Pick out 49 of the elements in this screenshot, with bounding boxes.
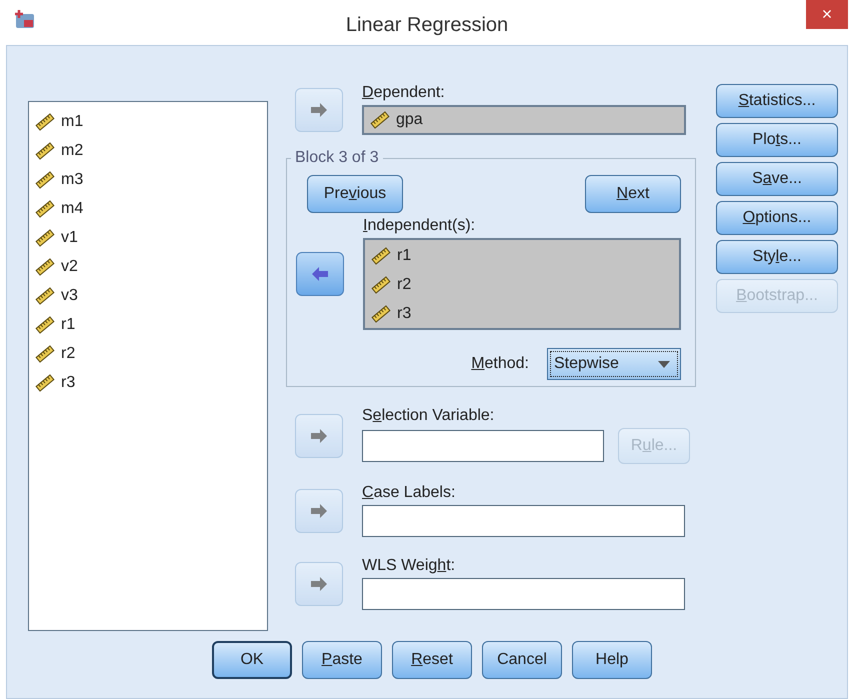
field-label: Case Labels: <box>362 484 456 502</box>
method-label: Method: <box>471 355 529 373</box>
dialog-button[interactable]: Save... <box>716 162 838 196</box>
variable-item[interactable]: v1 <box>35 223 82 252</box>
dialog-button[interactable]: Paste <box>302 641 382 679</box>
dialog-button[interactable]: Style... <box>716 240 838 274</box>
variable-field[interactable] <box>362 430 604 462</box>
next-button[interactable]: Next <box>585 175 681 213</box>
variable-name: r2 <box>397 276 412 294</box>
app-icon <box>14 8 36 30</box>
right-arrow-icon <box>310 102 328 116</box>
variable-name: r3 <box>397 304 412 322</box>
block-title: Block 3 of 3 <box>294 149 380 167</box>
dialog-button[interactable]: Reset <box>392 641 472 679</box>
left-arrow-icon <box>311 266 329 280</box>
variable-item[interactable]: r2 <box>35 339 80 368</box>
variable-item[interactable]: m4 <box>35 194 88 223</box>
right-arrow-icon <box>310 504 328 518</box>
dialog-button[interactable]: OK <box>212 641 292 679</box>
move-button[interactable] <box>296 252 344 296</box>
variable-name: r1 <box>397 246 412 264</box>
dialog-button[interactable]: Options... <box>716 201 838 235</box>
dependent-field[interactable]: gpa <box>362 105 686 135</box>
variable-item[interactable]: v3 <box>35 281 82 310</box>
dialog-button[interactable]: Cancel <box>482 641 562 679</box>
field-label: WLS Weight: <box>362 557 456 575</box>
close-button[interactable]: × <box>806 0 848 29</box>
right-arrow-icon <box>310 576 328 590</box>
dependent-label: Dependent: <box>362 84 446 102</box>
variable-name: gpa <box>396 111 423 129</box>
variable-item[interactable]: v2 <box>35 252 82 281</box>
variable-item[interactable]: m1 <box>35 107 88 136</box>
independents-label: Independent(s): <box>363 217 476 235</box>
independents-list[interactable]: r1 r2 r3 <box>363 238 681 330</box>
variable-field[interactable] <box>362 505 685 537</box>
dropdown-caret-icon <box>658 360 670 368</box>
previous-button[interactable]: Previous <box>307 175 403 213</box>
variable-item[interactable]: m2 <box>35 136 88 165</box>
dialog-button[interactable]: Help <box>572 641 652 679</box>
method-dropdown[interactable]: Stepwise <box>547 348 681 380</box>
right-arrow-icon <box>310 428 328 442</box>
variable-item[interactable]: r1 <box>35 310 80 339</box>
dialog-button[interactable]: Statistics... <box>716 84 838 118</box>
variable-field[interactable] <box>362 578 685 610</box>
dialog-button[interactable]: Plots... <box>716 123 838 157</box>
variable-item[interactable]: r3 <box>35 368 80 397</box>
window-title: Linear Regression <box>346 13 508 37</box>
variable-item[interactable]: m3 <box>35 165 88 194</box>
field-label: Selection Variable: <box>362 407 496 425</box>
